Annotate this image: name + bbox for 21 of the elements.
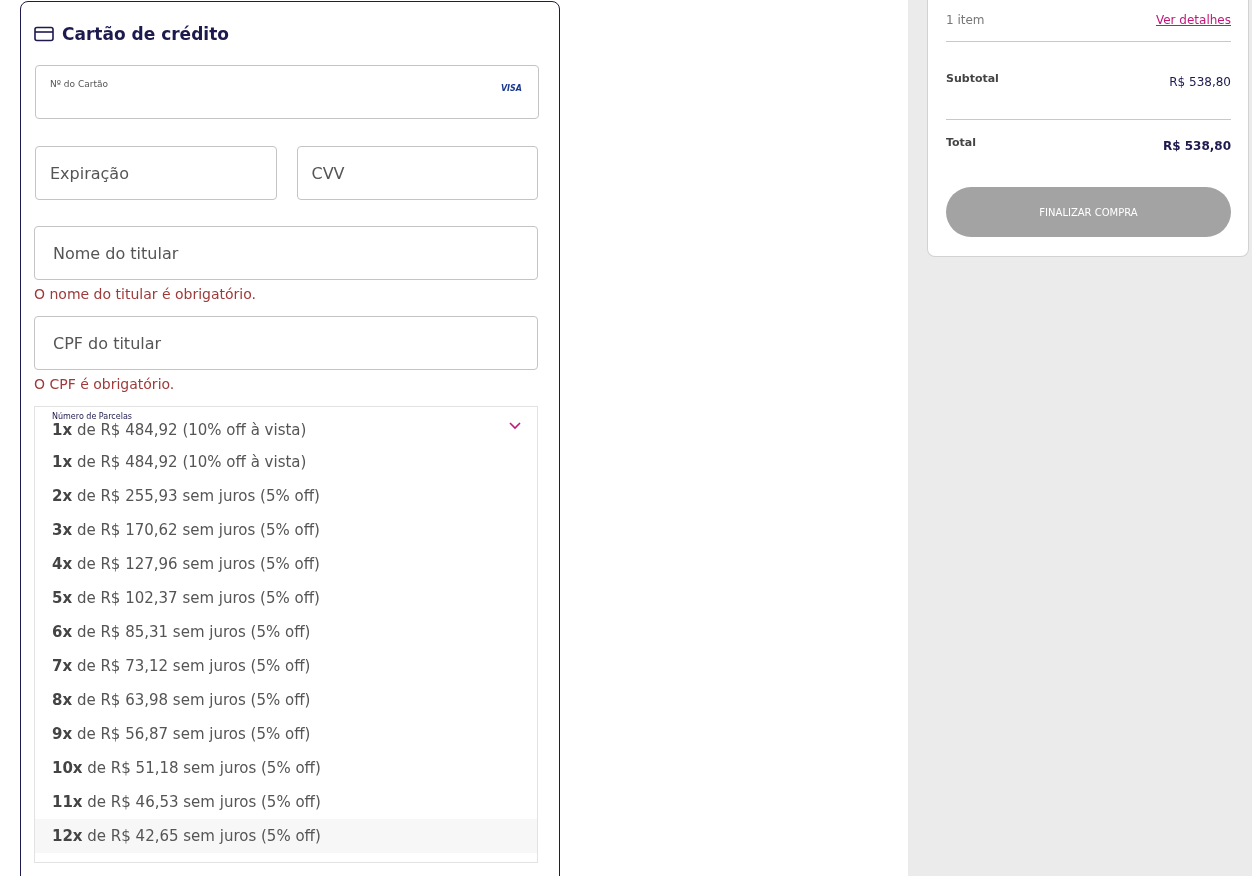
- chevron-down-icon: [509, 421, 521, 430]
- error-message: O nome do titular é obrigatório.: [34, 286, 258, 302]
- selected-value: 1x de R$ 484,92 (10% off à vista): [52, 421, 307, 439]
- total-label: Total: [946, 136, 977, 149]
- details-link[interactable]: Ver detalhes: [1155, 13, 1231, 27]
- subtotal-value: R$ 538,80: [1169, 75, 1231, 89]
- installment-option[interactable]: 12x de R$ 42,65 sem juros (5% off): [35, 819, 537, 853]
- section-title: Cartão de crédito: [62, 24, 229, 44]
- error-message: O CPF é obrigatório.: [34, 376, 176, 392]
- subtotal-label: Subtotal: [946, 72, 999, 85]
- total-value: R$ 538,80: [1162, 139, 1231, 153]
- holder-name-field[interactable]: Nome do titular: [34, 226, 538, 280]
- item-count: 1 item: [946, 13, 985, 27]
- card-number-field[interactable]: Nº do Cartão VISA: [35, 65, 539, 119]
- field-label: Nº do Cartão: [50, 79, 108, 89]
- expiration-field[interactable]: Expiração: [35, 146, 277, 200]
- credit-card-icon: [34, 26, 54, 42]
- card-brand-logo: VISA: [500, 84, 522, 93]
- holder-cpf-field[interactable]: CPF do titular: [34, 316, 538, 370]
- field-label: Número de Parcelas: [52, 412, 133, 421]
- cvv-field[interactable]: CVV: [296, 146, 538, 200]
